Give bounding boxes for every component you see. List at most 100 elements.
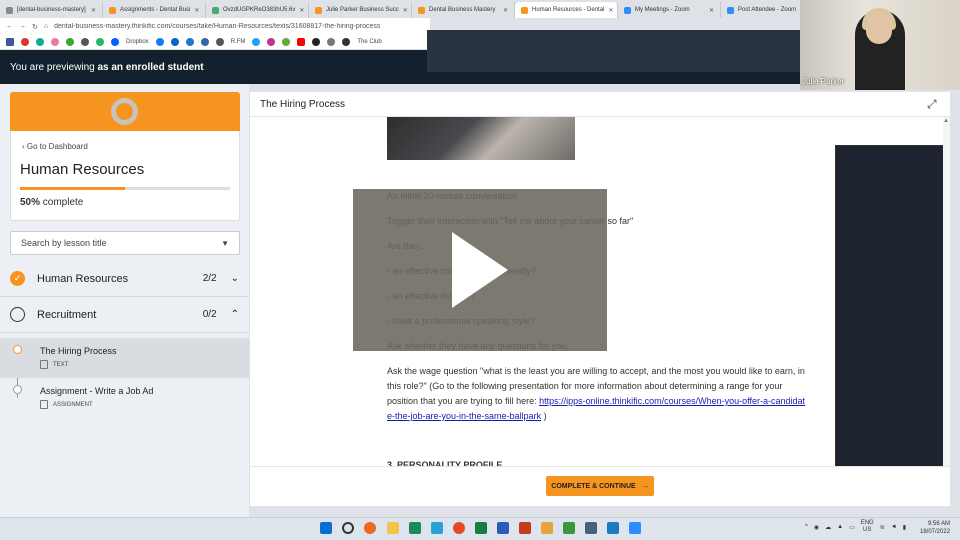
excel-icon[interactable] (475, 522, 487, 534)
browser-tab[interactable]: Julie Parker Business Succ ✕ (309, 2, 412, 18)
close-icon[interactable]: ✕ (608, 7, 613, 14)
bookmark-icon[interactable] (51, 38, 59, 46)
lesson-search-dropdown[interactable]: Search by lesson title ▼ (10, 231, 240, 255)
close-icon[interactable]: ✕ (194, 7, 199, 14)
close-icon[interactable]: ✕ (403, 7, 408, 14)
browser-tab-bar: [dental-business-mastery] ✕ Assignments -… (0, 0, 800, 18)
powerpoint-icon[interactable] (519, 522, 531, 534)
favicon-icon (418, 6, 425, 14)
wifi-icon[interactable]: ≋ (880, 524, 885, 531)
bookmark-icon[interactable] (215, 38, 224, 46)
forward-icon[interactable]: → (19, 23, 26, 30)
bookmark-icon[interactable] (282, 38, 291, 46)
language-indicator[interactable]: ENG US (861, 520, 874, 534)
home-icon[interactable]: ⌂ (44, 23, 48, 30)
youtube-icon[interactable] (297, 38, 306, 46)
edge-icon[interactable] (431, 522, 443, 534)
course-title: Human Resources (20, 161, 145, 178)
bookmark-icon[interactable] (36, 38, 44, 46)
chapter-human-resources[interactable]: ✓ Human Resources 2/2 ⌄ (0, 261, 249, 297)
battery-icon[interactable]: ▭ (849, 524, 855, 531)
close-icon[interactable]: ✕ (299, 7, 304, 14)
bookmark-icon[interactable] (200, 38, 209, 46)
lesson-item[interactable]: Assignment - Write a Job Ad ASSIGNMENT (0, 378, 249, 418)
bookmark-icon[interactable] (327, 38, 336, 46)
scroll-up-icon[interactable]: ▲ (943, 118, 949, 124)
close-icon[interactable]: ✕ (91, 7, 96, 14)
expand-icon[interactable]: ⤢ (927, 97, 937, 112)
taskbar-app-icon[interactable] (541, 522, 553, 534)
search-icon[interactable] (342, 522, 354, 534)
dropbox-icon[interactable] (111, 38, 119, 46)
text-doc-icon (40, 360, 48, 369)
browser-tab[interactable]: Assignments - Dental Busi ✕ (103, 2, 206, 18)
bookmark-icon[interactable] (312, 38, 321, 46)
reload-icon[interactable]: ↻ (32, 23, 38, 31)
back-icon[interactable]: ← (6, 23, 13, 30)
bookmark-icon[interactable] (267, 38, 276, 46)
facebook-icon[interactable] (155, 38, 164, 46)
bookmark-the-club[interactable]: The Club (357, 39, 381, 45)
bookmark-icon[interactable] (185, 38, 194, 46)
caret-down-icon: ▼ (221, 238, 229, 248)
chevron-down-icon: ⌄ (230, 273, 239, 284)
bookmark-icon[interactable] (81, 38, 89, 46)
taskbar-app-icon[interactable] (364, 522, 376, 534)
taskbar-app-icon[interactable] (585, 522, 597, 534)
zoom-icon[interactable] (629, 522, 641, 534)
bookmark-icon[interactable] (252, 38, 261, 46)
chrome-tray-icon[interactable]: ◉ (814, 524, 819, 531)
clock[interactable]: 9:56 AM 18/07/2022 (920, 520, 950, 536)
close-icon[interactable]: ✕ (709, 7, 714, 14)
linkedin-icon[interactable] (170, 38, 179, 46)
webcam-person-face (866, 12, 892, 44)
bookmark-rfm[interactable]: R.FM (231, 39, 246, 45)
word-icon[interactable] (497, 522, 509, 534)
lesson-item-active[interactable]: The Hiring Process TEXT (0, 338, 249, 378)
cloud-icon[interactable]: ☁ (825, 524, 831, 531)
scrollbar[interactable] (943, 117, 950, 466)
browser-tab[interactable]: Dental Business Mastery ✕ (412, 2, 515, 18)
screen-share-backdrop (427, 30, 800, 72)
preview-banner-right (427, 72, 800, 84)
browser-tab[interactable]: OvzdUGPKReO383hU5.6v ✕ (206, 2, 309, 18)
complete-continue-button[interactable]: COMPLETE & CONTINUE → (546, 476, 654, 496)
bookmark-dropbox[interactable]: Dropbox (126, 39, 149, 45)
volume-icon[interactable]: ◄ (891, 524, 897, 530)
bookmark-icon[interactable] (342, 38, 351, 46)
browser-tab-active[interactable]: Human Resources - Dental ✕ (515, 2, 618, 18)
play-icon[interactable] (452, 232, 508, 308)
chevron-up-icon[interactable]: ^ (805, 524, 808, 530)
power-icon[interactable]: ▮ (903, 524, 906, 531)
chrome-icon[interactable] (453, 522, 465, 534)
go-to-dashboard-link[interactable]: ‹ Go to Dashboard (22, 142, 88, 151)
drive-icon[interactable]: ▲ (837, 524, 843, 530)
taskbar-app-icon[interactable] (563, 522, 575, 534)
chapter-recruitment[interactable]: Recruitment 0/2 ⌃ (0, 297, 249, 333)
lesson-status-dot (13, 345, 22, 354)
bookmark-icon[interactable] (66, 38, 74, 46)
browser-tab[interactable]: Post Attendee - Zoom✕ (721, 2, 800, 18)
progress-bar (20, 187, 125, 190)
browser-tab[interactable]: My Meetings - Zoom ✕ (618, 2, 721, 18)
lesson-header: The Hiring Process (250, 92, 950, 117)
taskbar-app-icon[interactable] (607, 522, 619, 534)
favicon-icon (727, 6, 734, 14)
browser-tab[interactable]: [dental-business-mastery] ✕ (0, 2, 103, 18)
file-explorer-icon[interactable] (387, 522, 399, 534)
chevron-up-icon: ⌃ (230, 309, 239, 320)
bookmark-icon[interactable] (96, 38, 104, 46)
bookmark-icon[interactable] (6, 38, 14, 46)
content-paragraph-wage: Ask the wage question "what is the least… (387, 366, 806, 421)
close-icon[interactable]: ✕ (503, 7, 508, 14)
url-field[interactable]: dental-business-mastery.thinkific.com/co… (54, 23, 430, 30)
screen-share-panel (835, 145, 950, 467)
favicon-icon (315, 6, 322, 14)
empty-circle-icon (10, 307, 25, 322)
taskbar-app-icon[interactable] (409, 522, 421, 534)
search-placeholder: Search by lesson title (21, 238, 107, 248)
progress-text: 50% complete (20, 197, 84, 208)
address-bar: ← → ↻ ⌂ dental-business-mastery.thinkifi… (0, 18, 430, 35)
bookmark-icon[interactable] (21, 38, 29, 46)
start-icon[interactable] (320, 522, 332, 534)
